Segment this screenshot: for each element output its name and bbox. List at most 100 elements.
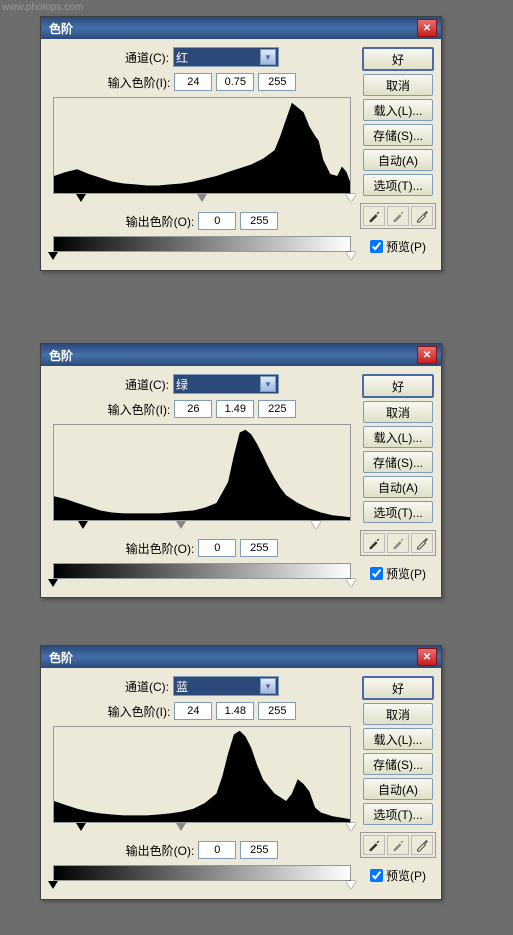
auto-button[interactable]: 自动(A) — [363, 778, 433, 800]
eyedropper-white-icon[interactable] — [411, 533, 433, 553]
highlight-slider-icon[interactable] — [311, 521, 321, 529]
eyedropper-black-icon[interactable] — [363, 206, 385, 226]
auto-button[interactable]: 自动(A) — [363, 476, 433, 498]
titlebar[interactable]: 色阶 ✕ — [41, 344, 441, 366]
output-shadow-slider-icon[interactable] — [48, 881, 58, 889]
output-highlight-slider-icon[interactable] — [346, 881, 356, 889]
output-highlight-slider-icon[interactable] — [346, 252, 356, 260]
output-shadow-field[interactable] — [198, 841, 236, 859]
preview-checkbox[interactable]: 预览(P) — [370, 565, 426, 582]
input-slider[interactable] — [53, 823, 351, 833]
output-slider[interactable] — [53, 881, 351, 891]
input-slider[interactable] — [53, 521, 351, 531]
histogram — [53, 726, 351, 823]
gamma-slider-icon[interactable] — [176, 521, 186, 529]
input-gamma-field[interactable] — [216, 702, 254, 720]
cancel-button[interactable]: 取消 — [363, 703, 433, 725]
eyedropper-group — [360, 530, 436, 556]
ok-button[interactable]: 好 — [362, 47, 434, 71]
preview-checkbox-input[interactable] — [370, 567, 383, 580]
output-slider[interactable] — [53, 252, 351, 262]
input-gamma-field[interactable] — [216, 400, 254, 418]
eyedropper-group — [360, 832, 436, 858]
eyedropper-gray-icon[interactable] — [387, 206, 409, 226]
histogram — [53, 97, 351, 194]
ok-button[interactable]: 好 — [362, 676, 434, 700]
options-button[interactable]: 选项(T)... — [363, 803, 433, 825]
gamma-slider-icon[interactable] — [197, 194, 207, 202]
output-highlight-field[interactable] — [240, 841, 278, 859]
save-button[interactable]: 存储(S)... — [363, 451, 433, 473]
chevron-down-icon[interactable]: ▼ — [260, 678, 276, 694]
highlight-slider-icon[interactable] — [346, 823, 356, 831]
eyedropper-black-icon[interactable] — [363, 533, 385, 553]
channel-select[interactable]: 红 ▼ — [173, 47, 279, 67]
preview-checkbox-input[interactable] — [370, 869, 383, 882]
output-shadow-slider-icon[interactable] — [48, 579, 58, 587]
shadow-slider-icon[interactable] — [76, 823, 86, 831]
preview-label: 预览(P) — [386, 565, 426, 582]
gamma-slider-icon[interactable] — [176, 823, 186, 831]
input-highlight-field[interactable] — [258, 73, 296, 91]
dialog-title: 色阶 — [45, 649, 73, 666]
chevron-down-icon[interactable]: ▼ — [260, 376, 276, 392]
output-shadow-slider-icon[interactable] — [48, 252, 58, 260]
histogram — [53, 424, 351, 521]
input-shadow-field[interactable] — [174, 702, 212, 720]
eyedropper-gray-icon[interactable] — [387, 533, 409, 553]
output-highlight-field[interactable] — [240, 212, 278, 230]
preview-label: 预览(P) — [386, 867, 426, 884]
load-button[interactable]: 载入(L)... — [363, 99, 433, 121]
eyedropper-gray-icon[interactable] — [387, 835, 409, 855]
output-highlight-slider-icon[interactable] — [346, 579, 356, 587]
input-highlight-field[interactable] — [258, 702, 296, 720]
eyedropper-white-icon[interactable] — [411, 835, 433, 855]
load-button[interactable]: 载入(L)... — [363, 728, 433, 750]
output-highlight-field[interactable] — [240, 539, 278, 557]
shadow-slider-icon[interactable] — [76, 194, 86, 202]
titlebar[interactable]: 色阶 ✕ — [41, 17, 441, 39]
preview-checkbox-input[interactable] — [370, 240, 383, 253]
save-button[interactable]: 存储(S)... — [363, 124, 433, 146]
channel-select[interactable]: 绿 ▼ — [173, 374, 279, 394]
close-icon[interactable]: ✕ — [417, 19, 437, 37]
channel-value: 蓝 — [176, 678, 188, 695]
input-levels-label: 输入色阶(I): — [108, 703, 171, 720]
close-icon[interactable]: ✕ — [417, 648, 437, 666]
output-shadow-field[interactable] — [198, 212, 236, 230]
titlebar[interactable]: 色阶 ✕ — [41, 646, 441, 668]
input-shadow-field[interactable] — [174, 73, 212, 91]
input-highlight-field[interactable] — [258, 400, 296, 418]
shadow-slider-icon[interactable] — [78, 521, 88, 529]
highlight-slider-icon[interactable] — [346, 194, 356, 202]
close-icon[interactable]: ✕ — [417, 346, 437, 364]
eyedropper-white-icon[interactable] — [411, 206, 433, 226]
load-button[interactable]: 载入(L)... — [363, 426, 433, 448]
output-levels-label: 输出色阶(O): — [126, 213, 195, 230]
output-shadow-field[interactable] — [198, 539, 236, 557]
ok-button[interactable]: 好 — [362, 374, 434, 398]
channel-select[interactable]: 蓝 ▼ — [173, 676, 279, 696]
input-levels-label: 输入色阶(I): — [108, 401, 171, 418]
channel-label: 通道(C): — [125, 678, 169, 695]
cancel-button[interactable]: 取消 — [363, 401, 433, 423]
chevron-down-icon[interactable]: ▼ — [260, 49, 276, 65]
input-shadow-field[interactable] — [174, 400, 212, 418]
channel-label: 通道(C): — [125, 49, 169, 66]
preview-checkbox[interactable]: 预览(P) — [370, 238, 426, 255]
input-slider[interactable] — [53, 194, 351, 204]
preview-checkbox[interactable]: 预览(P) — [370, 867, 426, 884]
save-button[interactable]: 存储(S)... — [363, 753, 433, 775]
output-gradient — [53, 865, 351, 881]
input-gamma-field[interactable] — [216, 73, 254, 91]
output-levels-label: 输出色阶(O): — [126, 842, 195, 859]
options-button[interactable]: 选项(T)... — [363, 501, 433, 523]
output-gradient — [53, 563, 351, 579]
cancel-button[interactable]: 取消 — [363, 74, 433, 96]
channel-value: 绿 — [176, 376, 188, 393]
dialog-title: 色阶 — [45, 347, 73, 364]
auto-button[interactable]: 自动(A) — [363, 149, 433, 171]
output-slider[interactable] — [53, 579, 351, 589]
eyedropper-black-icon[interactable] — [363, 835, 385, 855]
options-button[interactable]: 选项(T)... — [363, 174, 433, 196]
